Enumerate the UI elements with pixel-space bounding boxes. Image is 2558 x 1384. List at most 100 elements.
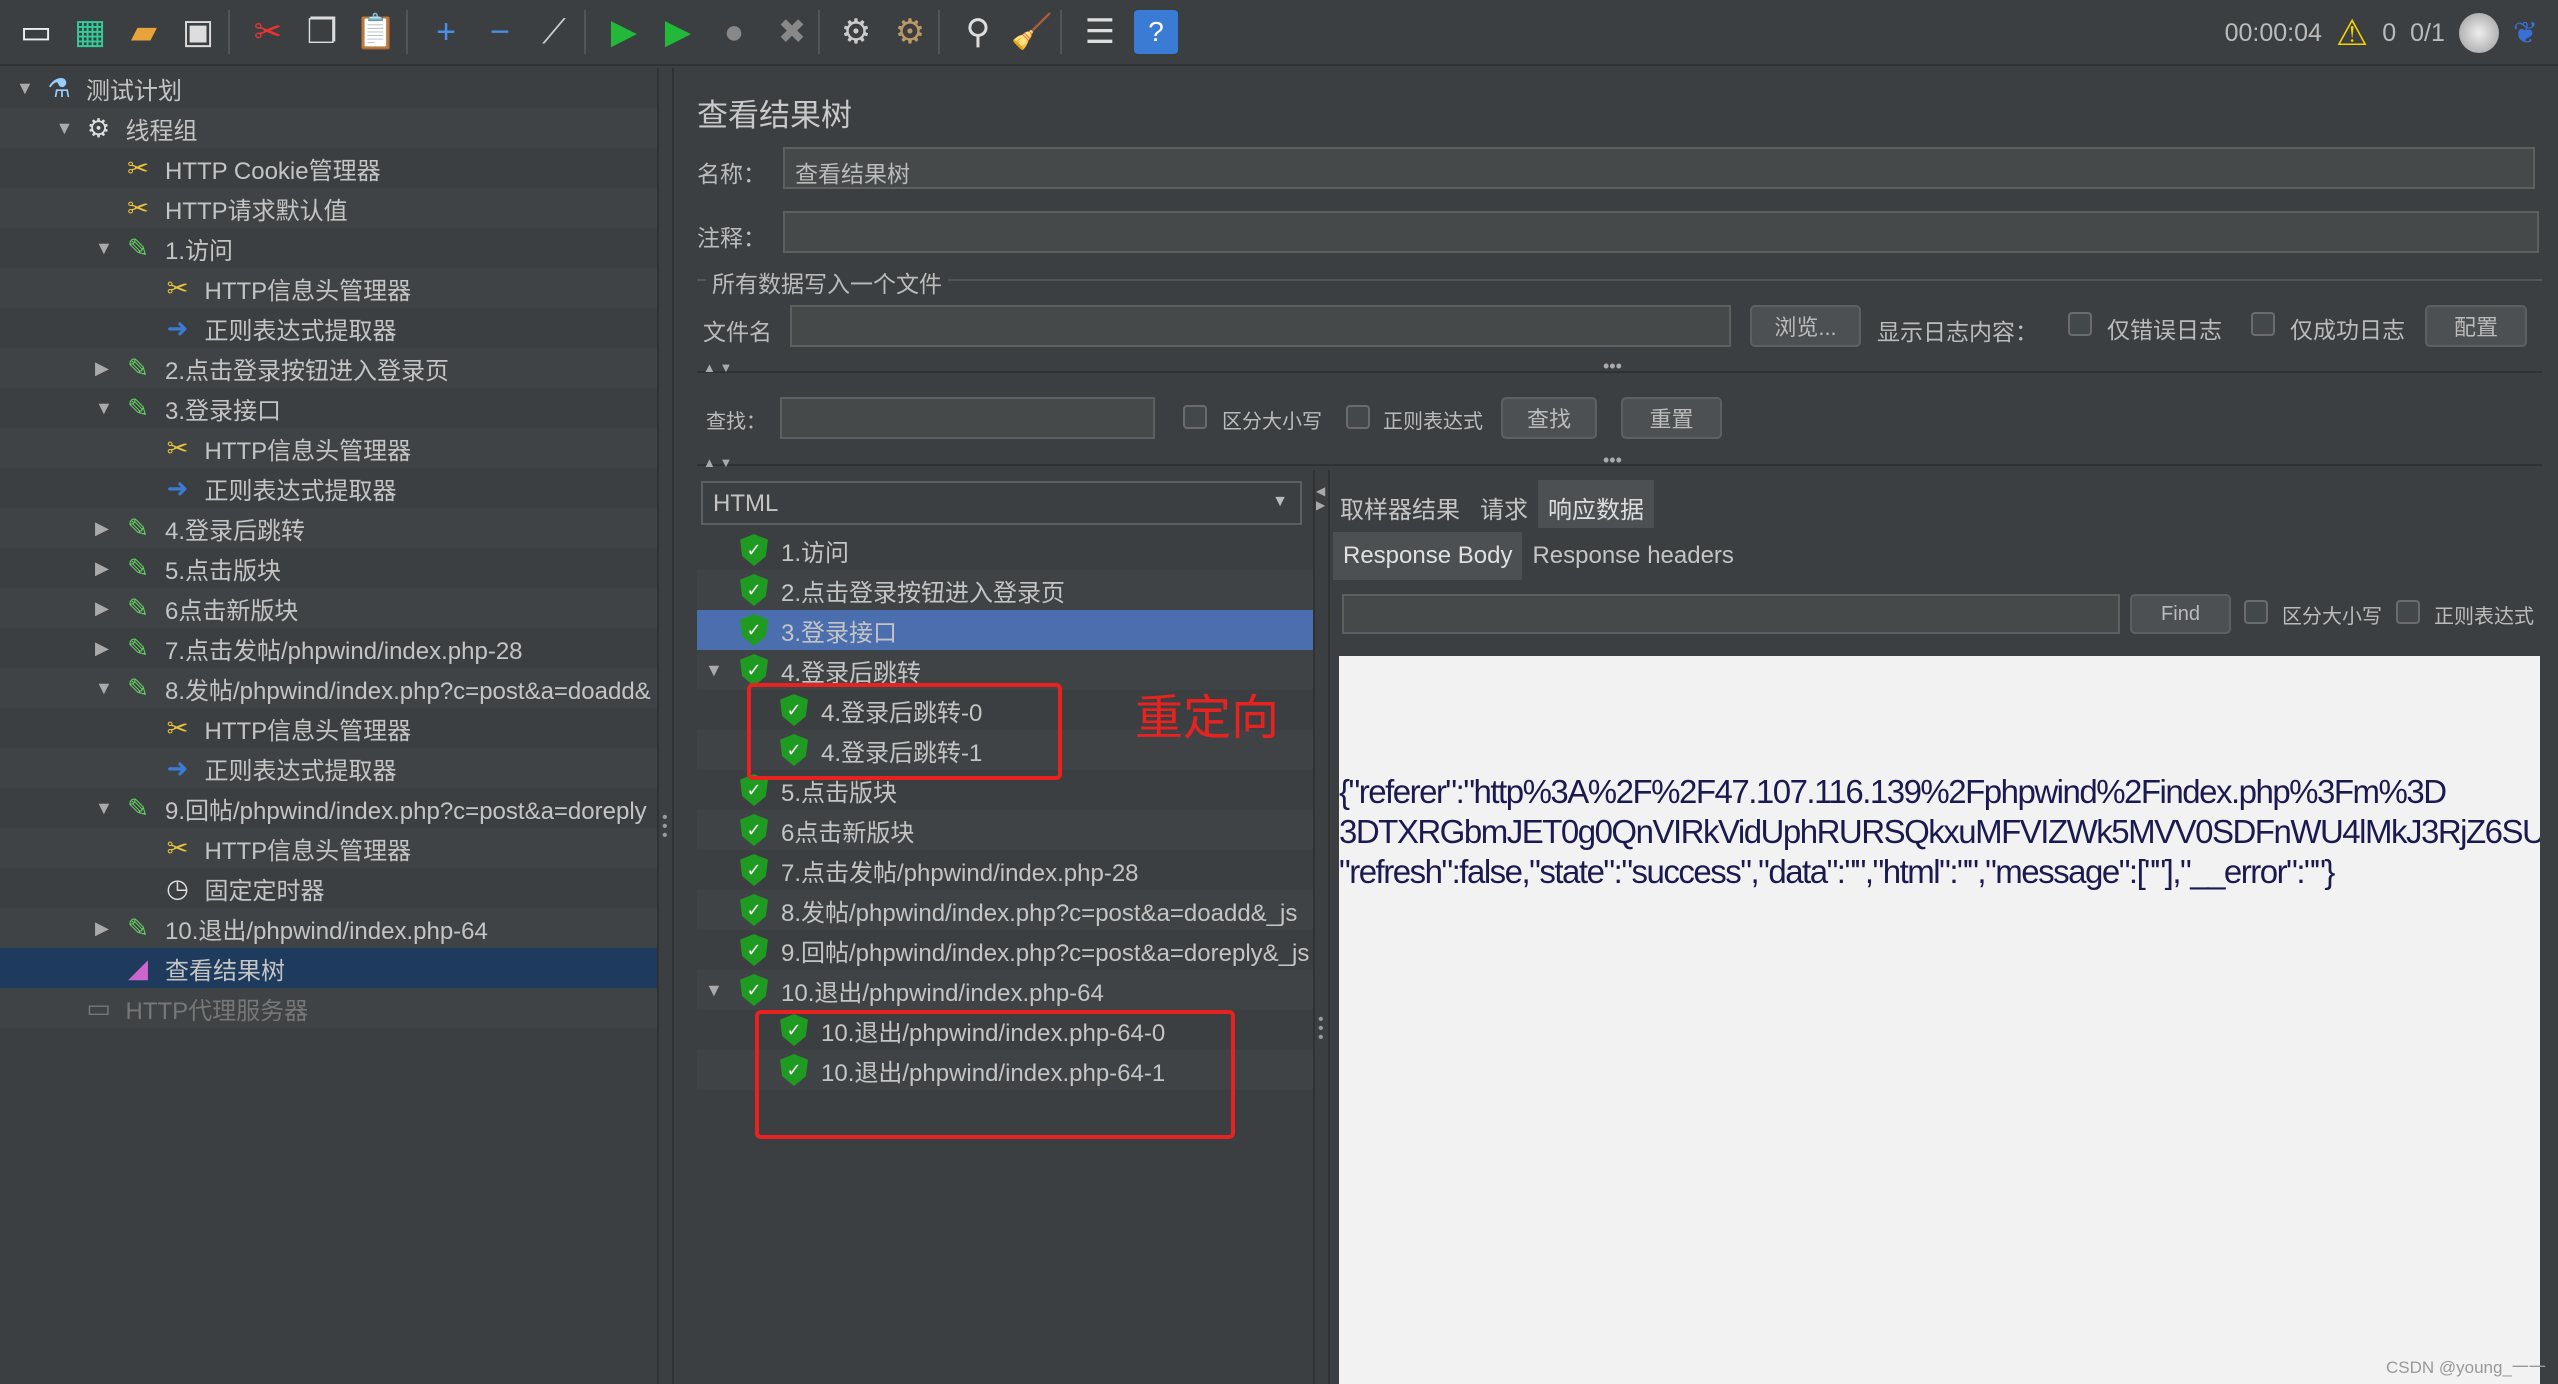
split-grip-icon[interactable]: ••• — [1603, 356, 1622, 377]
split-arrows-icon[interactable]: ▲ ▼ — [703, 455, 732, 470]
tab-0[interactable]: 取样器结果 — [1330, 480, 1470, 528]
tree-item[interactable]: ✂ HTTP信息头管理器 — [0, 268, 657, 308]
success-only-checkbox[interactable] — [2251, 312, 2275, 336]
chevron-down-icon[interactable]: ▼ — [95, 398, 113, 419]
tree-item[interactable]: ✂ HTTP Cookie管理器 — [0, 148, 657, 188]
clear-icon[interactable]: ⚙ — [834, 10, 878, 54]
paste-icon[interactable]: 📋 — [354, 10, 398, 54]
reset-button[interactable]: 重置 — [1621, 397, 1722, 439]
chevron-right-icon[interactable]: ▶ — [95, 518, 109, 539]
result-item[interactable]: ✓ 3.登录接口 — [697, 610, 1313, 650]
tree-item[interactable]: ▶ ✎ 4.登录后跳转 — [0, 508, 657, 548]
success-shield-icon: ✓ — [737, 573, 771, 607]
warning-icon[interactable]: ⚠ — [2336, 12, 2368, 54]
errors-only-checkbox[interactable] — [2068, 312, 2092, 336]
tree-item[interactable]: ▶ ✎ 10.退出/phpwind/index.php-64 — [0, 908, 657, 948]
tree-item[interactable]: ▭ HTTP代理服务器 — [0, 988, 657, 1028]
chevron-down-icon[interactable]: ▼ — [16, 78, 34, 99]
subtab-0[interactable]: Response Body — [1333, 532, 1523, 580]
tree-item[interactable]: ▶ ✎ 6点击新版块 — [0, 588, 657, 628]
response-body[interactable]: {"referer":"http%3A%2F%2F47.107.116.139%… — [1339, 656, 2540, 1384]
templates-icon[interactable]: ▦ — [68, 10, 112, 54]
tree-item[interactable]: ➜ 正则表达式提取器 — [0, 308, 657, 348]
result-item[interactable]: ✓ 9.回帖/phpwind/index.php?c=post&a=doreply… — [697, 930, 1313, 970]
chevron-right-icon[interactable]: ▶ — [95, 558, 109, 579]
chevron-down-icon[interactable]: ▼ — [705, 660, 723, 681]
tree-item[interactable]: ✂ HTTP信息头管理器 — [0, 428, 657, 468]
name-field[interactable]: 查看结果树 — [783, 147, 2535, 189]
tree-item[interactable]: ➜ 正则表达式提取器 — [0, 468, 657, 508]
detail-regex-checkbox[interactable] — [2396, 600, 2420, 624]
result-item[interactable]: ✓ 2.点击登录按钮进入登录页 — [697, 570, 1313, 610]
tree-item[interactable]: ➜ 正则表达式提取器 — [0, 748, 657, 788]
clear-all-icon[interactable]: ⚙ — [888, 10, 932, 54]
success-only-label: 仅成功日志 — [2290, 317, 2405, 343]
result-item[interactable]: ✓ 1.访问 — [697, 530, 1313, 570]
find-text-button[interactable]: Find — [2130, 594, 2231, 634]
split-grip-icon[interactable]: ••• — [1603, 450, 1622, 471]
chevron-down-icon[interactable]: ▼ — [56, 118, 74, 139]
tree-item[interactable]: ▼ ⚗ 测试计划 — [0, 68, 657, 108]
tree-item[interactable]: ▼ ⚙ 线程组 — [0, 108, 657, 148]
new-icon[interactable]: ▭ — [14, 10, 58, 54]
chevron-right-icon[interactable]: ▶ — [95, 598, 109, 619]
save-icon[interactable]: ▣ — [176, 10, 220, 54]
collapse-icon[interactable]: − — [478, 10, 522, 54]
expand-icon[interactable]: + — [424, 10, 468, 54]
detail-case-checkbox[interactable] — [2244, 600, 2268, 624]
reset-search-icon[interactable]: 🧹 — [1010, 10, 1054, 54]
search-input[interactable] — [780, 397, 1155, 439]
renderer-select[interactable]: HTML ▼ — [701, 481, 1302, 525]
function-helper-icon[interactable]: ☰ — [1078, 10, 1122, 54]
tree-item[interactable]: ✂ HTTP信息头管理器 — [0, 828, 657, 868]
splitter[interactable]: • • • — [657, 68, 674, 1384]
filename-field[interactable] — [790, 305, 1731, 347]
result-item[interactable]: ✓ 7.点击发帖/phpwind/index.php-28 — [697, 850, 1313, 890]
chevron-right-icon[interactable]: ▶ — [95, 358, 109, 379]
configure-button[interactable]: 配置 — [2425, 305, 2527, 347]
start-no-pause-icon[interactable]: ▶ — [656, 10, 700, 54]
tree-item[interactable]: ✂ HTTP请求默认值 — [0, 188, 657, 228]
tree-item[interactable]: ▶ ✎ 7.点击发帖/phpwind/index.php-28 — [0, 628, 657, 668]
tree-item[interactable]: ▼ ✎ 1.访问 — [0, 228, 657, 268]
chevron-down-icon[interactable]: ▼ — [95, 238, 113, 259]
tree-item[interactable]: ▶ ✎ 5.点击版块 — [0, 548, 657, 588]
copy-icon[interactable]: ❐ — [300, 10, 344, 54]
tree-item[interactable]: ▼ ✎ 8.发帖/phpwind/index.php?c=post&a=doadd& — [0, 668, 657, 708]
result-item-label: 9.回帖/phpwind/index.php?c=post&a=doreply&… — [781, 939, 1310, 967]
stop-icon[interactable]: ● — [712, 10, 756, 54]
chevron-right-icon[interactable]: ▶ — [95, 918, 109, 939]
chevron-right-icon[interactable]: ▶ — [95, 638, 109, 659]
start-icon[interactable]: ▶ — [602, 10, 646, 54]
result-item[interactable]: ▼ ✓ 10.退出/phpwind/index.php-64 — [697, 970, 1313, 1010]
browse-button[interactable]: 浏览... — [1750, 305, 1861, 347]
tree-item-label: HTTP信息头管理器 — [204, 837, 412, 865]
split-arrows-icon[interactable]: ▲ ▼ — [703, 360, 732, 375]
tree-item[interactable]: ◢ 查看结果树 — [0, 948, 657, 988]
comment-field[interactable] — [783, 211, 2539, 253]
splitter[interactable]: ◀ ▶ • • • — [1313, 470, 1330, 1384]
open-icon[interactable]: ▰ — [122, 10, 166, 54]
chevron-down-icon[interactable]: ▼ — [95, 678, 113, 699]
help-icon[interactable]: ? — [1134, 10, 1178, 54]
chevron-down-icon[interactable]: ▼ — [705, 980, 723, 1001]
find-button[interactable]: 查找 — [1501, 397, 1597, 439]
tree-item[interactable]: ▼ ✎ 9.回帖/phpwind/index.php?c=post&a=dorepl… — [0, 788, 657, 828]
find-input[interactable] — [1342, 594, 2120, 634]
subtab-1[interactable]: Response headers — [1522, 532, 1743, 580]
result-item[interactable]: ✓ 6点击新版块 — [697, 810, 1313, 850]
case-sensitive-checkbox[interactable] — [1183, 405, 1207, 429]
search-icon[interactable]: ⚲ — [956, 10, 1000, 54]
toggle-icon[interactable]: ⟋ — [532, 10, 576, 54]
tab-2[interactable]: 响应数据 — [1538, 480, 1654, 528]
tree-item[interactable]: ▼ ✎ 3.登录接口 — [0, 388, 657, 428]
cut-icon[interactable]: ✂ — [246, 10, 290, 54]
tree-item[interactable]: ▶ ✎ 2.点击登录按钮进入登录页 — [0, 348, 657, 388]
chevron-down-icon[interactable]: ▼ — [95, 798, 113, 819]
tree-item[interactable]: ✂ HTTP信息头管理器 — [0, 708, 657, 748]
shutdown-icon[interactable]: ✖ — [770, 10, 814, 54]
regex-checkbox[interactable] — [1346, 405, 1370, 429]
tab-1[interactable]: 请求 — [1470, 480, 1538, 528]
tree-item[interactable]: ◷ 固定定时器 — [0, 868, 657, 908]
result-item[interactable]: ✓ 8.发帖/phpwind/index.php?c=post&a=doadd&_… — [697, 890, 1313, 930]
